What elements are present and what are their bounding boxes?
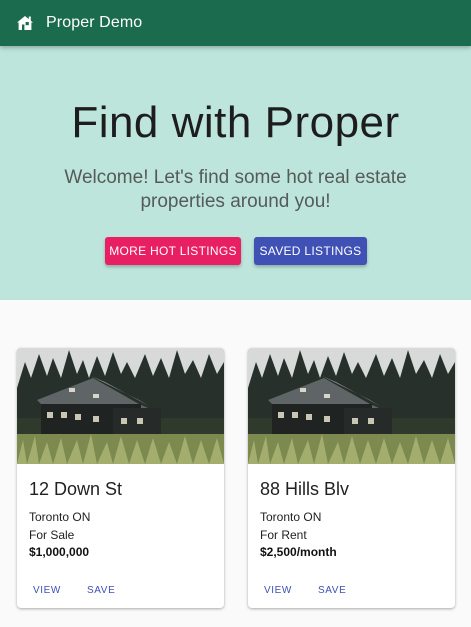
- listing-photo: [248, 348, 455, 464]
- listing-status: For Rent: [260, 528, 307, 542]
- listing-card: 12 Down St Toronto ON For Sale $1,000,00…: [17, 348, 224, 608]
- save-button[interactable]: SAVE: [87, 585, 115, 596]
- listing-city: Toronto ON: [29, 510, 91, 524]
- more-hot-listings-button[interactable]: MORE HOT LISTINGS: [105, 237, 241, 265]
- hero-section: Find with Proper Welcome! Let's find som…: [0, 46, 471, 300]
- listing-address: 88 Hills Blv: [260, 479, 350, 499]
- listing-photo: [17, 348, 224, 464]
- listing-card: 88 Hills Blv Toronto ON For Rent $2,500/…: [248, 348, 455, 608]
- view-button[interactable]: VIEW: [33, 585, 61, 596]
- saved-listings-button[interactable]: SAVED LISTINGS: [254, 237, 367, 265]
- listing-price: $2,500/month: [260, 545, 337, 559]
- save-button[interactable]: SAVE: [318, 585, 346, 596]
- view-button[interactable]: VIEW: [264, 585, 292, 596]
- listing-price: $1,000,000: [29, 545, 90, 559]
- listing-status: For Sale: [29, 528, 75, 542]
- hero-subheading: Welcome! Let's find some hot real estate…: [64, 167, 407, 212]
- app-bar: Proper Demo: [0, 0, 471, 46]
- listing-city: Toronto ON: [260, 510, 322, 524]
- home-icon[interactable]: [16, 14, 34, 32]
- hero-heading: Find with Proper: [71, 98, 400, 147]
- app-title: Proper Demo: [46, 14, 143, 31]
- listing-address: 12 Down St: [29, 479, 123, 499]
